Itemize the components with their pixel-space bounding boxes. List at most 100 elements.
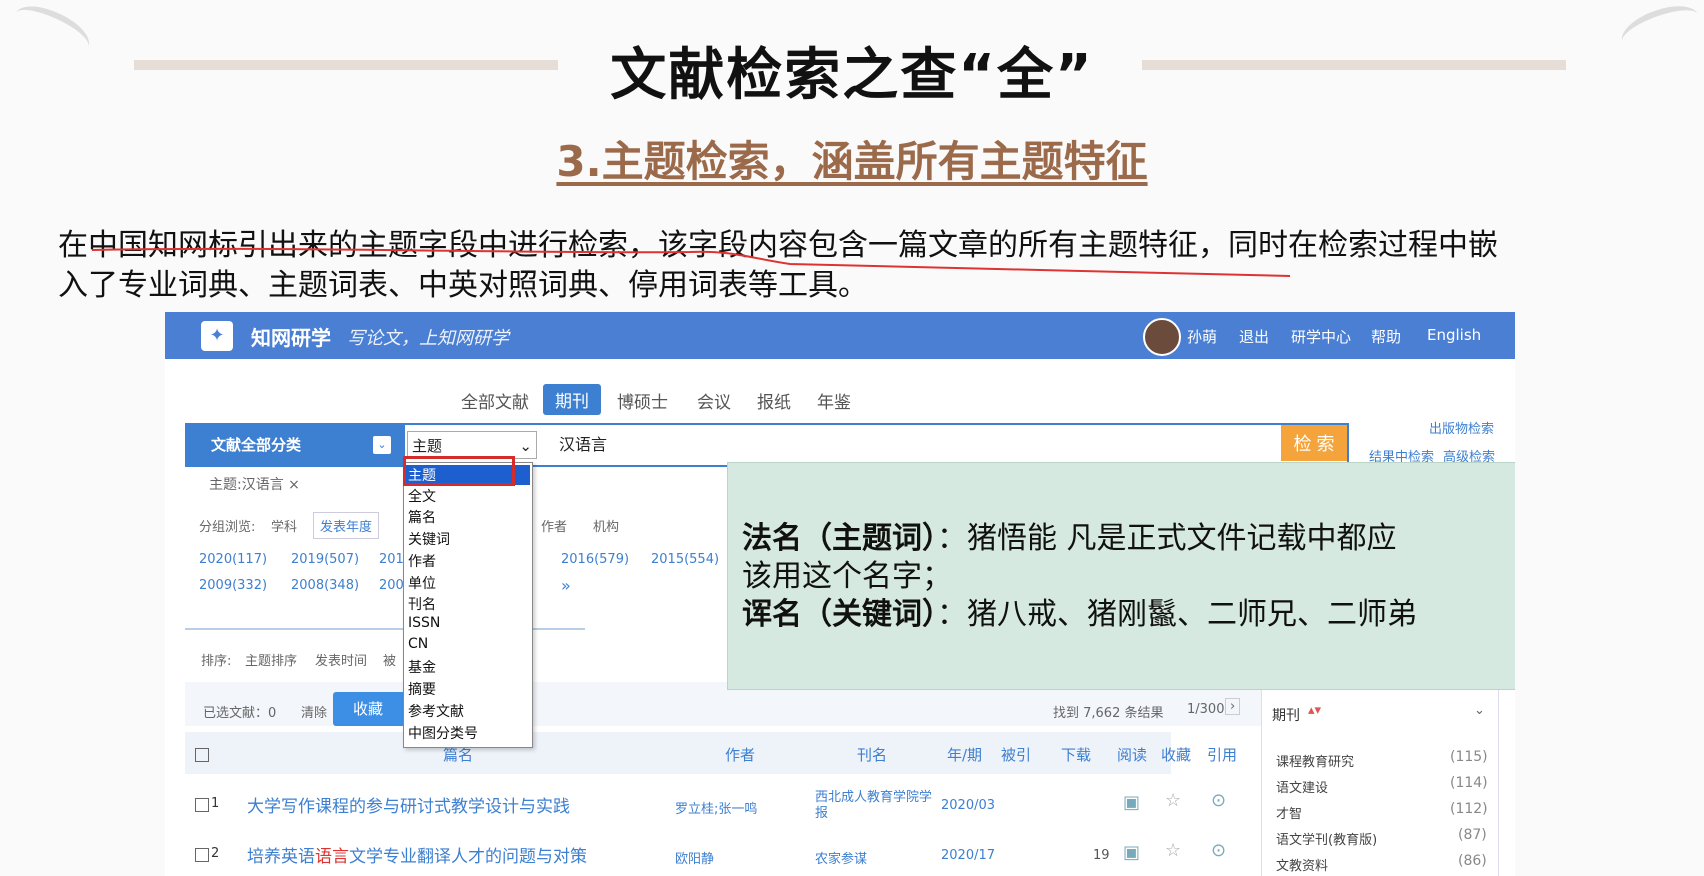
facet-count: (86) — [1458, 853, 1487, 869]
field-option[interactable]: 中图分类号 — [408, 723, 478, 743]
chevron-down-icon[interactable]: ⌄ — [1474, 703, 1485, 718]
help-link[interactable]: 帮助 — [1371, 326, 1401, 347]
group-tab-subject[interactable]: 学科 — [271, 516, 297, 535]
user-name[interactable]: 孙萌 — [1187, 326, 1217, 347]
search-bar: 文献全部分类 ⌄ 主题 ⌄ 汉语言 检 索 — [185, 423, 1349, 467]
tab-thesis[interactable]: 博硕士 — [617, 388, 668, 413]
group-label: 分组浏览: — [199, 520, 256, 535]
field-option[interactable]: CN — [408, 636, 428, 652]
col-author[interactable]: 作者 — [725, 744, 755, 765]
year-link[interactable]: 201 — [379, 552, 404, 567]
study-center-link[interactable]: 研学中心 — [1291, 326, 1351, 347]
chevron-down-icon: ⌄ — [519, 437, 532, 455]
facet-item[interactable]: 语文建设 — [1276, 777, 1328, 796]
year-link[interactable]: 2016(579) — [561, 552, 629, 567]
publication-search-link[interactable]: 出版物检索 — [1429, 418, 1494, 437]
clear-link[interactable]: 清除 — [301, 702, 327, 721]
title-highlight: 语言 — [315, 847, 349, 867]
star-icon[interactable]: ☆ — [1165, 790, 1181, 811]
article-title-link[interactable]: 大学写作课程的参与研讨式教学设计与实践 — [247, 792, 570, 817]
article-journal[interactable]: 农家参谋 — [815, 848, 867, 867]
tab-conference[interactable]: 会议 — [697, 388, 731, 413]
next-page-icon[interactable]: › — [1225, 698, 1241, 715]
logo-icon: ✦ — [201, 321, 233, 351]
field-select-value: 主题 — [412, 437, 443, 455]
article-issue[interactable]: 2020/17 — [941, 848, 995, 863]
english-link[interactable]: English — [1427, 326, 1481, 344]
article-author[interactable]: 欧阳静 — [675, 848, 714, 867]
brand-slogan: 写论文，上知网研学 — [347, 328, 509, 349]
cite-icon[interactable]: ⊙ — [1211, 790, 1226, 811]
avatar[interactable] — [1143, 318, 1181, 356]
year-link[interactable]: 2019(507) — [291, 552, 359, 567]
field-option[interactable]: 参考文献 — [408, 701, 464, 721]
group-tab-author[interactable]: 作者 — [541, 516, 567, 535]
row-number: 2 — [211, 846, 220, 861]
group-tab-org[interactable]: 机构 — [593, 516, 619, 535]
result-count: 找到 7,662 条结果 — [1053, 706, 1164, 721]
col-issue[interactable]: 年/期 — [947, 744, 982, 765]
category-label: 文献全部分类 — [211, 436, 302, 454]
field-option[interactable]: 关键词 — [408, 529, 450, 549]
sort-topic[interactable]: 主题排序 — [245, 650, 297, 669]
field-option[interactable]: 摘要 — [408, 679, 436, 699]
journal-facet-panel: 期刊 ▴▾ ⌄ 课程教育研究 (115) 语文建设 (114) 才智 (112)… — [1261, 688, 1499, 876]
search-input[interactable]: 汉语言 — [559, 425, 607, 465]
star-icon[interactable]: ☆ — [1165, 840, 1181, 861]
field-option[interactable]: 全文 — [408, 486, 436, 506]
top-bar: ✦ 知网研学 写论文，上知网研学 孙萌 退出 研学中心 帮助 English — [165, 312, 1515, 359]
col-journal[interactable]: 刊名 — [857, 744, 887, 765]
facet-item[interactable]: 课程教育研究 — [1276, 751, 1354, 770]
col-cited[interactable]: 被引 — [1001, 744, 1031, 765]
field-select[interactable]: 主题 ⌄ — [407, 431, 537, 459]
cite-icon[interactable]: ⊙ — [1211, 840, 1226, 861]
article-issue[interactable]: 2020/03 — [941, 798, 995, 813]
row-checkbox[interactable] — [195, 848, 209, 862]
chart-icon[interactable]: ▴▾ — [1308, 703, 1321, 718]
slide-subtitle: 3.主题检索，涵盖所有主题特征 — [556, 137, 1148, 186]
year-link[interactable]: 2008(348) — [291, 578, 359, 593]
col-collect: 收藏 — [1161, 746, 1192, 764]
tab-newspaper[interactable]: 报纸 — [757, 388, 791, 413]
year-link[interactable]: 2009(332) — [199, 578, 267, 593]
facet-count: (114) — [1450, 775, 1488, 791]
logout-link[interactable]: 退出 — [1239, 326, 1269, 347]
article-journal[interactable]: 西北成人教育学院学报 — [815, 790, 935, 822]
chevron-down-icon[interactable]: ⌄ — [373, 436, 391, 454]
sort-date[interactable]: 发表时间 — [315, 650, 367, 669]
tab-yearbook[interactable]: 年鉴 — [817, 388, 851, 413]
field-option[interactable]: 刊名 — [408, 594, 436, 614]
search-button[interactable]: 检 索 — [1281, 425, 1347, 461]
filter-tag[interactable]: 主题:汉语言 × — [209, 474, 300, 494]
row-checkbox[interactable] — [195, 798, 209, 812]
sort-cited[interactable]: 被 — [383, 650, 396, 669]
more-years-icon[interactable]: » — [561, 576, 571, 595]
field-dropdown-list: 主题 全文 篇名 关键词 作者 单位 刊名 ISSN CN 基金 摘要 参考文献… — [403, 462, 533, 748]
select-all-checkbox[interactable] — [195, 748, 209, 762]
field-option[interactable]: 篇名 — [408, 507, 436, 527]
slide-title: 文献检索之查“全” — [610, 43, 1094, 108]
read-icon[interactable]: ▣ — [1123, 792, 1140, 813]
field-option[interactable]: 单位 — [408, 573, 436, 593]
article-downloads[interactable]: 19 — [1093, 848, 1110, 863]
year-link[interactable]: 200 — [379, 578, 404, 593]
year-link[interactable]: 2020(117) — [199, 552, 267, 567]
tab-journal[interactable]: 期刊 — [543, 384, 601, 415]
col-downloads[interactable]: 下载 — [1061, 744, 1091, 765]
tab-all[interactable]: 全部文献 — [461, 388, 529, 413]
facet-item[interactable]: 才智 — [1276, 803, 1302, 822]
read-icon[interactable]: ▣ — [1123, 842, 1140, 863]
field-option[interactable]: 基金 — [408, 657, 436, 677]
facet-item[interactable]: 语文学刊(教育版) — [1276, 829, 1377, 848]
field-option[interactable]: ISSN — [408, 615, 440, 631]
facet-count: (87) — [1458, 827, 1487, 843]
article-title-link[interactable]: 培养英语语言文学专业翻译人才的问题与对策 — [247, 842, 587, 867]
group-tab-year[interactable]: 发表年度 — [313, 512, 380, 539]
row-number: 1 — [211, 796, 220, 811]
selected-count: 已选文献：0 — [203, 706, 277, 721]
year-link[interactable]: 2015(554) — [651, 552, 719, 567]
facet-item[interactable]: 文教资料 — [1276, 855, 1328, 874]
field-option[interactable]: 作者 — [408, 551, 436, 571]
article-author[interactable]: 罗立桂;张一鸣 — [675, 798, 757, 817]
brand-name: 知网研学 — [251, 326, 331, 350]
